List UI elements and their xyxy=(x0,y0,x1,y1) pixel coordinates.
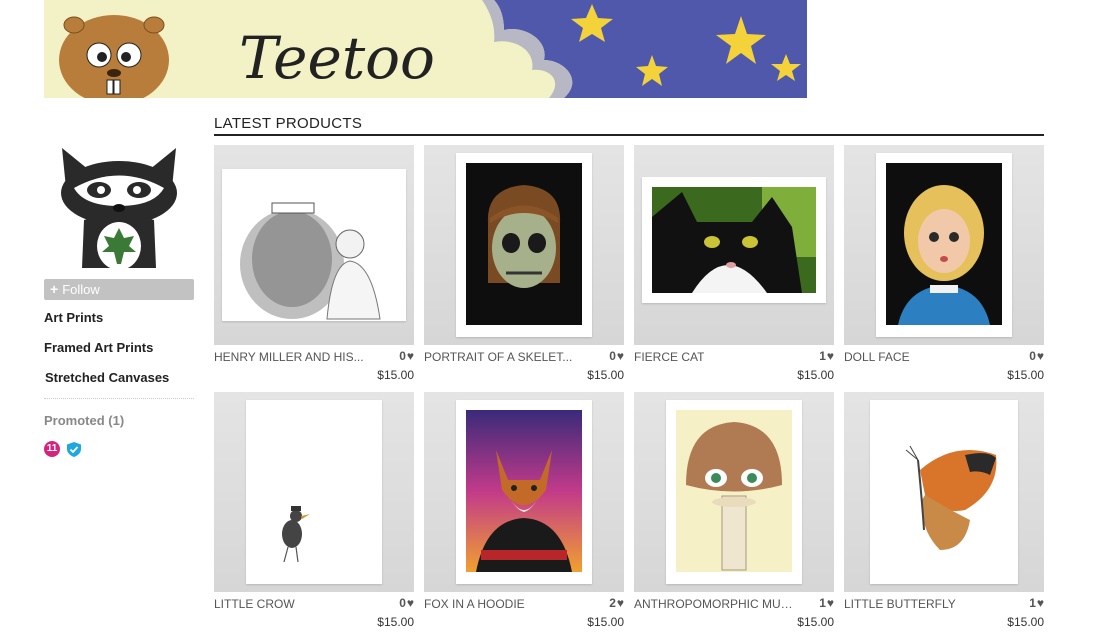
product-meta: ANTHROPOMORPHIC MUSH... 1♥ $15.00 xyxy=(634,592,834,630)
product-thumbnail[interactable] xyxy=(844,392,1044,592)
product-thumbnail[interactable] xyxy=(424,145,624,345)
like-count-value: 0 xyxy=(399,596,406,610)
heart-icon: ♥ xyxy=(406,349,414,363)
print-mockup xyxy=(456,153,592,337)
product-card: FIERCE CAT 1♥ $15.00 xyxy=(634,145,834,383)
product-thumbnail[interactable] xyxy=(424,392,624,592)
product-meta: HENRY MILLER AND HIS... 0♥ $15.00 xyxy=(214,345,414,383)
shield-check-icon[interactable] xyxy=(67,441,81,457)
svg-text:Teetoo: Teetoo xyxy=(239,24,435,92)
like-count-value: 1 xyxy=(1029,596,1036,610)
plus-icon: + xyxy=(50,281,59,297)
shop-banner: Teetoo xyxy=(44,0,807,98)
like-count-value: 0 xyxy=(609,349,616,363)
latest-products-section: LATEST PRODUCTS HENRY MILLER AND HIS... … xyxy=(214,115,1044,629)
print-mockup xyxy=(876,153,1012,337)
like-count-value: 1 xyxy=(819,349,826,363)
like-count[interactable]: 0♥ xyxy=(399,349,414,363)
sidebar: + Follow Art Prints Framed Art Prints Str… xyxy=(44,128,194,457)
product-card: LITTLE CROW 0♥ $15.00 xyxy=(214,392,414,630)
artwork-fierce-cat xyxy=(652,187,816,293)
product-thumbnail[interactable] xyxy=(634,392,834,592)
follow-button[interactable]: + Follow xyxy=(44,279,194,300)
product-title[interactable]: PORTRAIT OF A SKELET... xyxy=(424,350,572,364)
artwork-henry-miller xyxy=(222,169,406,321)
product-meta: LITTLE CROW 0♥ $15.00 xyxy=(214,592,414,630)
promo-count-badge[interactable]: 11 xyxy=(44,441,60,457)
print-mockup xyxy=(642,177,826,303)
like-count-value: 1 xyxy=(819,596,826,610)
heart-icon: ♥ xyxy=(1036,349,1044,363)
heart-icon: ♥ xyxy=(826,596,834,610)
heart-icon: ♥ xyxy=(1036,596,1044,610)
product-price: $15.00 xyxy=(1007,615,1044,629)
like-count[interactable]: 1♥ xyxy=(819,349,834,363)
avatar[interactable] xyxy=(44,128,194,273)
print-mockup xyxy=(456,400,592,584)
print-mockup xyxy=(870,400,1018,584)
product-meta: FOX IN A HOODIE 2♥ $15.00 xyxy=(424,592,624,630)
product-title[interactable]: HENRY MILLER AND HIS... xyxy=(214,350,364,364)
promo-badges: 11 xyxy=(44,441,194,457)
heart-icon: ♥ xyxy=(406,596,414,610)
product-price: $15.00 xyxy=(377,368,414,382)
follow-label: Follow xyxy=(62,282,100,297)
product-title[interactable]: DOLL FACE xyxy=(844,350,910,364)
product-thumbnail[interactable] xyxy=(214,145,414,345)
section-title: LATEST PRODUCTS xyxy=(214,115,1044,136)
product-thumbnail[interactable] xyxy=(634,145,834,345)
heart-icon: ♥ xyxy=(826,349,834,363)
product-meta: DOLL FACE 0♥ $15.00 xyxy=(844,345,1044,383)
print-mockup xyxy=(666,400,802,584)
product-thumbnail[interactable] xyxy=(844,145,1044,345)
promoted-heading[interactable]: Promoted (1) xyxy=(44,413,194,428)
like-count[interactable]: 2♥ xyxy=(609,596,624,610)
product-title[interactable]: ANTHROPOMORPHIC MUSH... xyxy=(634,597,794,611)
product-card: HENRY MILLER AND HIS... 0♥ $15.00 xyxy=(214,145,414,383)
product-price: $15.00 xyxy=(797,615,834,629)
product-type-nav: Art Prints Framed Art Prints Stretched C… xyxy=(44,308,194,398)
banner-image: Teetoo xyxy=(44,0,807,98)
product-title[interactable]: LITTLE CROW xyxy=(214,597,295,611)
product-card: DOLL FACE 0♥ $15.00 xyxy=(844,145,1044,383)
nav-link-art-prints[interactable]: Art Prints xyxy=(44,308,194,338)
product-price: $15.00 xyxy=(587,615,624,629)
like-count-value: 2 xyxy=(609,596,616,610)
like-count[interactable]: 1♥ xyxy=(1029,596,1044,610)
artwork-skeleton-portrait xyxy=(466,163,582,325)
sidebar-divider xyxy=(44,398,194,399)
like-count[interactable]: 0♥ xyxy=(1029,349,1044,363)
product-card: PORTRAIT OF A SKELET... 0♥ $15.00 xyxy=(424,145,624,383)
product-title[interactable]: FOX IN A HOODIE xyxy=(424,597,525,611)
product-card: ANTHROPOMORPHIC MUSH... 1♥ $15.00 xyxy=(634,392,834,630)
product-card: LITTLE BUTTERFLY 1♥ $15.00 xyxy=(844,392,1044,630)
product-price: $15.00 xyxy=(587,368,624,382)
artwork-little-butterfly xyxy=(870,400,1018,584)
artwork-anthropomorphic-mushroom xyxy=(676,410,792,572)
like-count[interactable]: 0♥ xyxy=(609,349,624,363)
like-count-value: 0 xyxy=(399,349,406,363)
product-meta: LITTLE BUTTERFLY 1♥ $15.00 xyxy=(844,592,1044,630)
product-price: $15.00 xyxy=(797,368,834,382)
nav-link-stretched-canvases[interactable]: Stretched Canvases xyxy=(44,368,194,398)
product-title[interactable]: FIERCE CAT xyxy=(634,350,704,364)
product-meta: FIERCE CAT 1♥ $15.00 xyxy=(634,345,834,383)
heart-icon: ♥ xyxy=(616,596,624,610)
nav-link-framed-art-prints[interactable]: Framed Art Prints xyxy=(44,338,194,368)
print-mockup xyxy=(222,169,406,321)
product-card: FOX IN A HOODIE 2♥ $15.00 xyxy=(424,392,624,630)
artwork-doll-face xyxy=(886,163,1002,325)
product-meta: PORTRAIT OF A SKELET... 0♥ $15.00 xyxy=(424,345,624,383)
product-thumbnail[interactable] xyxy=(214,392,414,592)
heart-icon: ♥ xyxy=(616,349,624,363)
like-count[interactable]: 0♥ xyxy=(399,596,414,610)
product-price: $15.00 xyxy=(377,615,414,629)
artwork-fox-hoodie xyxy=(466,410,582,572)
print-mockup xyxy=(246,400,382,584)
artwork-little-crow xyxy=(246,400,382,584)
like-count-value: 0 xyxy=(1029,349,1036,363)
like-count[interactable]: 1♥ xyxy=(819,596,834,610)
product-price: $15.00 xyxy=(1007,368,1044,382)
product-title[interactable]: LITTLE BUTTERFLY xyxy=(844,597,956,611)
